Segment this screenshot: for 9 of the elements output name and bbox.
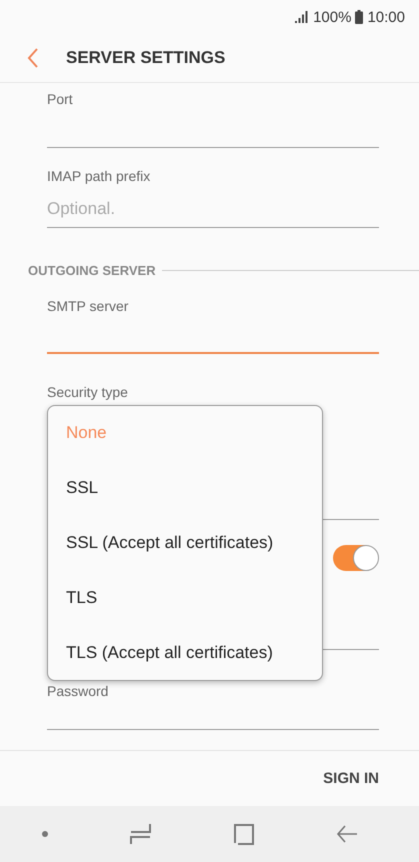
field-label: Security type [47, 384, 128, 400]
battery-percentage: 100% [313, 8, 352, 26]
clock-time: 10:00 [367, 8, 405, 26]
field-label: Port [47, 91, 73, 107]
field-label: IMAP path prefix [47, 168, 150, 184]
screen-title: SERVER SETTINGS [66, 48, 226, 68]
field-label: SMTP server [47, 298, 128, 314]
field-label: Password [47, 683, 108, 699]
section-header: OUTGOING SERVER [28, 262, 156, 278]
